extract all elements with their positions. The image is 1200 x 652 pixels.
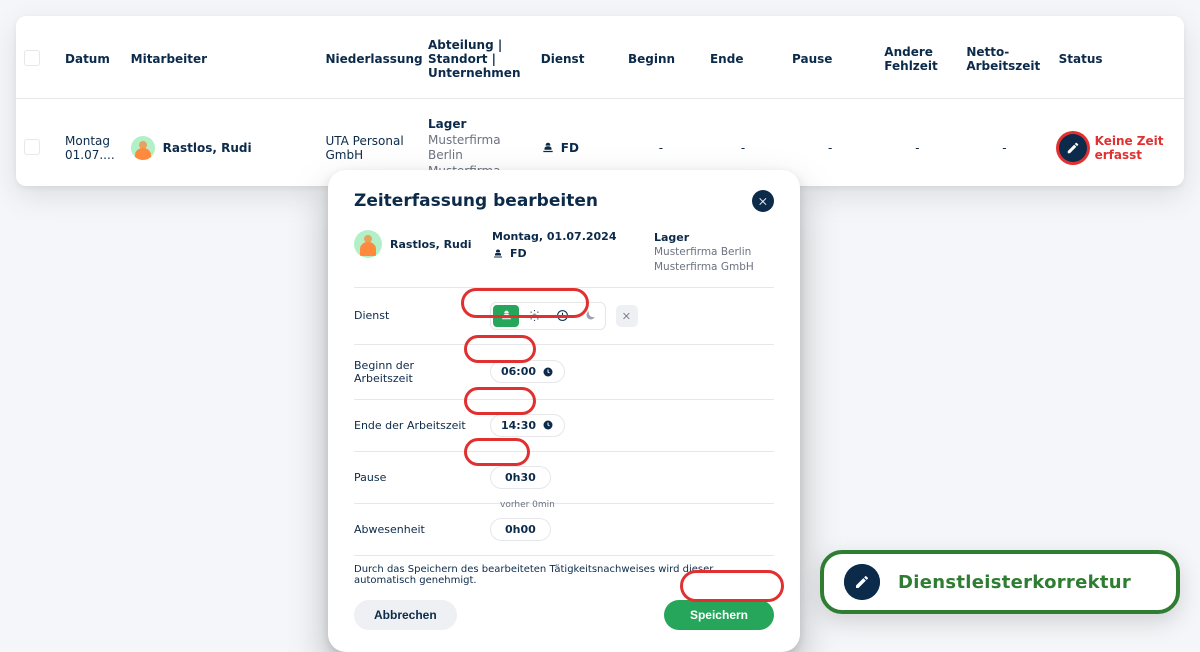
label-service: Dienst bbox=[354, 309, 474, 322]
pause-input[interactable]: 0h30 bbox=[490, 466, 551, 489]
save-button[interactable]: Speichern bbox=[664, 600, 774, 630]
th-pause: Pause bbox=[784, 16, 876, 99]
label-begin: Beginn der Arbeitszeit bbox=[354, 359, 474, 385]
timesheet-table: Datum Mitarbeiter Niederlassung Abteilun… bbox=[16, 16, 1184, 186]
clock-icon bbox=[542, 366, 554, 378]
segment-late[interactable] bbox=[549, 305, 575, 327]
status-pill: Dienstleisterkorrektur bbox=[820, 550, 1180, 614]
summary-employee: Rastlos, Rudi bbox=[390, 238, 472, 251]
cell-service: FD bbox=[541, 141, 612, 155]
label-pause: Pause bbox=[354, 471, 474, 484]
label-absence: Abwesenheit bbox=[354, 523, 474, 536]
cell-absence: - bbox=[876, 99, 958, 187]
begin-time-input[interactable]: 06:00 bbox=[490, 360, 565, 383]
clear-service-button[interactable] bbox=[616, 305, 638, 327]
label-end: Ende der Arbeitszeit bbox=[354, 419, 474, 432]
avatar bbox=[131, 136, 155, 160]
th-absence: Andere Fehlzeit bbox=[876, 16, 958, 99]
modal-title: Zeiterfassung bearbeiten bbox=[354, 191, 598, 211]
cell-employee: Rastlos, Rudi bbox=[163, 141, 252, 155]
cell-date: Montag 01.07.... bbox=[57, 99, 123, 187]
cell-status: Keine Zeit erfasst bbox=[1095, 134, 1176, 163]
row-checkbox[interactable] bbox=[24, 139, 40, 155]
th-begin: Beginn bbox=[620, 16, 702, 99]
edit-button[interactable] bbox=[1059, 134, 1087, 162]
worker-icon bbox=[492, 248, 504, 260]
status-pill-label: Dienstleisterkorrektur bbox=[898, 572, 1131, 593]
th-dept: Abteilung | Standort | Unternehmen bbox=[420, 16, 533, 99]
th-end: Ende bbox=[702, 16, 784, 99]
edit-timesheet-modal: Zeiterfassung bearbeiten Rastlos, Rudi M… bbox=[328, 170, 800, 652]
close-button[interactable] bbox=[752, 190, 774, 212]
summary-date: Montag, 01.07.2024 bbox=[492, 230, 636, 243]
select-all-checkbox[interactable] bbox=[24, 50, 40, 66]
service-type-segment bbox=[490, 302, 606, 330]
worker-icon bbox=[541, 141, 555, 155]
cell-pause: - bbox=[784, 99, 876, 187]
absence-input[interactable]: 0h00 bbox=[490, 518, 551, 541]
end-time-input[interactable]: 14:30 bbox=[490, 414, 565, 437]
pencil-icon bbox=[844, 564, 880, 600]
table-header-row: Datum Mitarbeiter Niederlassung Abteilun… bbox=[16, 16, 1184, 99]
segment-early[interactable] bbox=[493, 305, 519, 327]
th-service: Dienst bbox=[533, 16, 620, 99]
summary-dept: Lager Musterfirma Berlin Musterfirma Gmb… bbox=[654, 230, 774, 275]
clock-icon bbox=[542, 419, 554, 431]
pause-previous-hint: vorher 0min bbox=[500, 500, 555, 510]
th-employee: Mitarbeiter bbox=[123, 16, 318, 99]
cell-net: - bbox=[958, 99, 1050, 187]
th-branch: Niederlassung bbox=[317, 16, 420, 99]
segment-night[interactable] bbox=[577, 305, 603, 327]
cancel-button[interactable]: Abbrechen bbox=[354, 600, 457, 630]
avatar bbox=[354, 230, 382, 258]
summary-service: FD bbox=[510, 247, 527, 260]
modal-note: Durch das Speichern des bearbeiteten Tät… bbox=[354, 555, 774, 600]
th-date: Datum bbox=[57, 16, 123, 99]
segment-day[interactable] bbox=[521, 305, 547, 327]
th-status: Status bbox=[1051, 16, 1184, 99]
th-net: Netto-Arbeitszeit bbox=[958, 16, 1050, 99]
